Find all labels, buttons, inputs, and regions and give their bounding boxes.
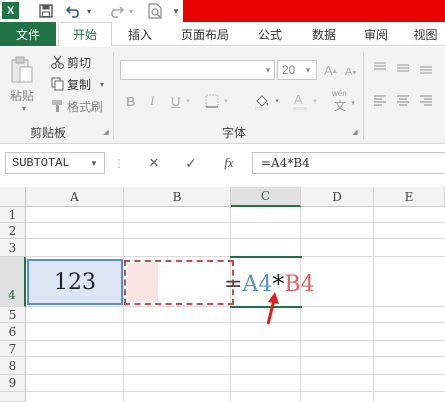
tab-view[interactable]: 视图 <box>406 22 445 46</box>
tab-review[interactable]: 审阅 <box>354 22 398 46</box>
tab-file[interactable]: 文件 <box>0 22 56 46</box>
copy-icon[interactable] <box>50 76 64 92</box>
font-name-field[interactable] <box>120 60 275 80</box>
phonetic-dropdown-icon[interactable]: ▾ <box>349 98 357 108</box>
cancel-button[interactable]: ✕ <box>144 154 164 172</box>
align-bottom-icon[interactable] <box>418 60 434 76</box>
borders-icon[interactable] <box>203 93 221 109</box>
font-group-label: 字体 <box>222 126 247 140</box>
scissors-icon[interactable] <box>50 54 64 70</box>
shrink-font-button[interactable]: A ▾ <box>345 62 356 82</box>
save-icon[interactable] <box>38 3 54 19</box>
font-color-icon[interactable]: A <box>290 90 310 112</box>
row-header-10[interactable] <box>0 392 26 402</box>
underline-dropdown-icon[interactable]: ▾ <box>184 96 192 106</box>
insert-function-button[interactable]: fx <box>217 154 241 172</box>
tab-home[interactable]: 开始 <box>58 22 112 47</box>
bold-button[interactable]: B <box>126 92 135 110</box>
font-name-dropdown-icon[interactable]: ▾ <box>263 62 273 78</box>
paste-button[interactable]: 粘贴 <box>10 88 34 103</box>
clipboard-group-label: 剪贴板 <box>30 126 67 140</box>
row-header-5[interactable]: 5 <box>0 307 26 323</box>
align-right-icon[interactable] <box>418 93 434 109</box>
grow-font-button[interactable]: A ▴ <box>324 60 337 80</box>
undo-dropdown-icon[interactable]: ▾ <box>85 3 93 19</box>
italic-button[interactable]: I <box>150 92 154 110</box>
excel-icon: X <box>2 2 19 19</box>
column-header-d[interactable]: D <box>301 187 374 207</box>
row-header-9[interactable]: 9 <box>0 375 26 392</box>
tab-page-layout[interactable]: 页面布局 <box>172 22 238 46</box>
format-painter-button[interactable]: 格式刷 <box>67 98 103 114</box>
copy-button[interactable]: 复制 <box>67 76 91 92</box>
undo-icon[interactable] <box>64 3 84 19</box>
clipboard-launcher-icon[interactable]: ◢ <box>102 128 110 136</box>
column-header-c[interactable]: C <box>231 187 301 207</box>
font-color-dropdown-icon[interactable]: ▾ <box>311 96 319 106</box>
font-size-dropdown-icon[interactable]: ▾ <box>303 62 313 78</box>
group-separator <box>113 52 114 140</box>
fill-color-icon[interactable] <box>252 91 272 111</box>
paste-dropdown-icon[interactable]: ▾ <box>19 104 29 113</box>
formula-input[interactable]: =A4*B4 <box>252 152 445 174</box>
cell-b4-highlight <box>127 263 158 302</box>
cut-button[interactable]: 剪切 <box>67 54 91 70</box>
cell-a4[interactable]: 123 <box>27 259 123 305</box>
column-header-e[interactable]: E <box>374 187 445 207</box>
fill-color-dropdown-icon[interactable]: ▾ <box>273 96 281 106</box>
name-box-dropdown-icon[interactable]: ▾ <box>88 156 100 170</box>
row-header-8[interactable]: 8 <box>0 357 26 375</box>
column-header-a[interactable]: A <box>26 187 124 207</box>
row-header-7[interactable]: 7 <box>0 341 26 357</box>
phonetic-button[interactable]: 文 <box>334 98 346 113</box>
copy-dropdown-icon[interactable]: ▾ <box>97 78 107 90</box>
enter-button[interactable]: ✓ <box>181 154 201 172</box>
font-launcher-icon[interactable]: ◢ <box>351 128 359 136</box>
formula-ref-b4: B4 <box>284 271 315 297</box>
customize-qat-icon[interactable]: ▾ <box>171 3 181 19</box>
align-middle-icon[interactable] <box>395 60 411 76</box>
redo-dropdown-icon[interactable]: ▾ <box>127 3 135 19</box>
underline-button[interactable]: U <box>171 92 180 110</box>
column-header-b[interactable]: B <box>124 187 231 207</box>
grip-icon: ⋮ <box>113 157 125 170</box>
row-header-4[interactable]: 4 <box>0 257 26 307</box>
arrow-icon <box>260 290 282 328</box>
formula-equals: = <box>224 271 243 297</box>
redo-icon[interactable] <box>106 3 126 19</box>
row-header-1[interactable]: 1 <box>0 207 26 223</box>
align-center-icon[interactable] <box>395 93 411 109</box>
select-all-corner[interactable] <box>0 187 26 207</box>
tab-formulas[interactable]: 公式 <box>248 22 292 46</box>
borders-dropdown-icon[interactable]: ▾ <box>222 96 230 106</box>
group-separator <box>363 52 364 140</box>
align-top-icon[interactable] <box>372 60 388 76</box>
paste-icon[interactable] <box>8 55 36 85</box>
tab-insert[interactable]: 插入 <box>118 22 162 46</box>
format-painter-icon[interactable] <box>50 98 64 114</box>
row-header-3[interactable]: 3 <box>0 239 26 257</box>
align-left-icon[interactable] <box>372 93 388 109</box>
row-header-6[interactable]: 6 <box>0 323 26 341</box>
tab-data[interactable]: 数据 <box>302 22 346 46</box>
row-header-2[interactable]: 2 <box>0 223 26 239</box>
title-bar <box>183 0 445 22</box>
print-preview-icon[interactable] <box>146 3 164 19</box>
svg-text:A: A <box>294 92 303 107</box>
